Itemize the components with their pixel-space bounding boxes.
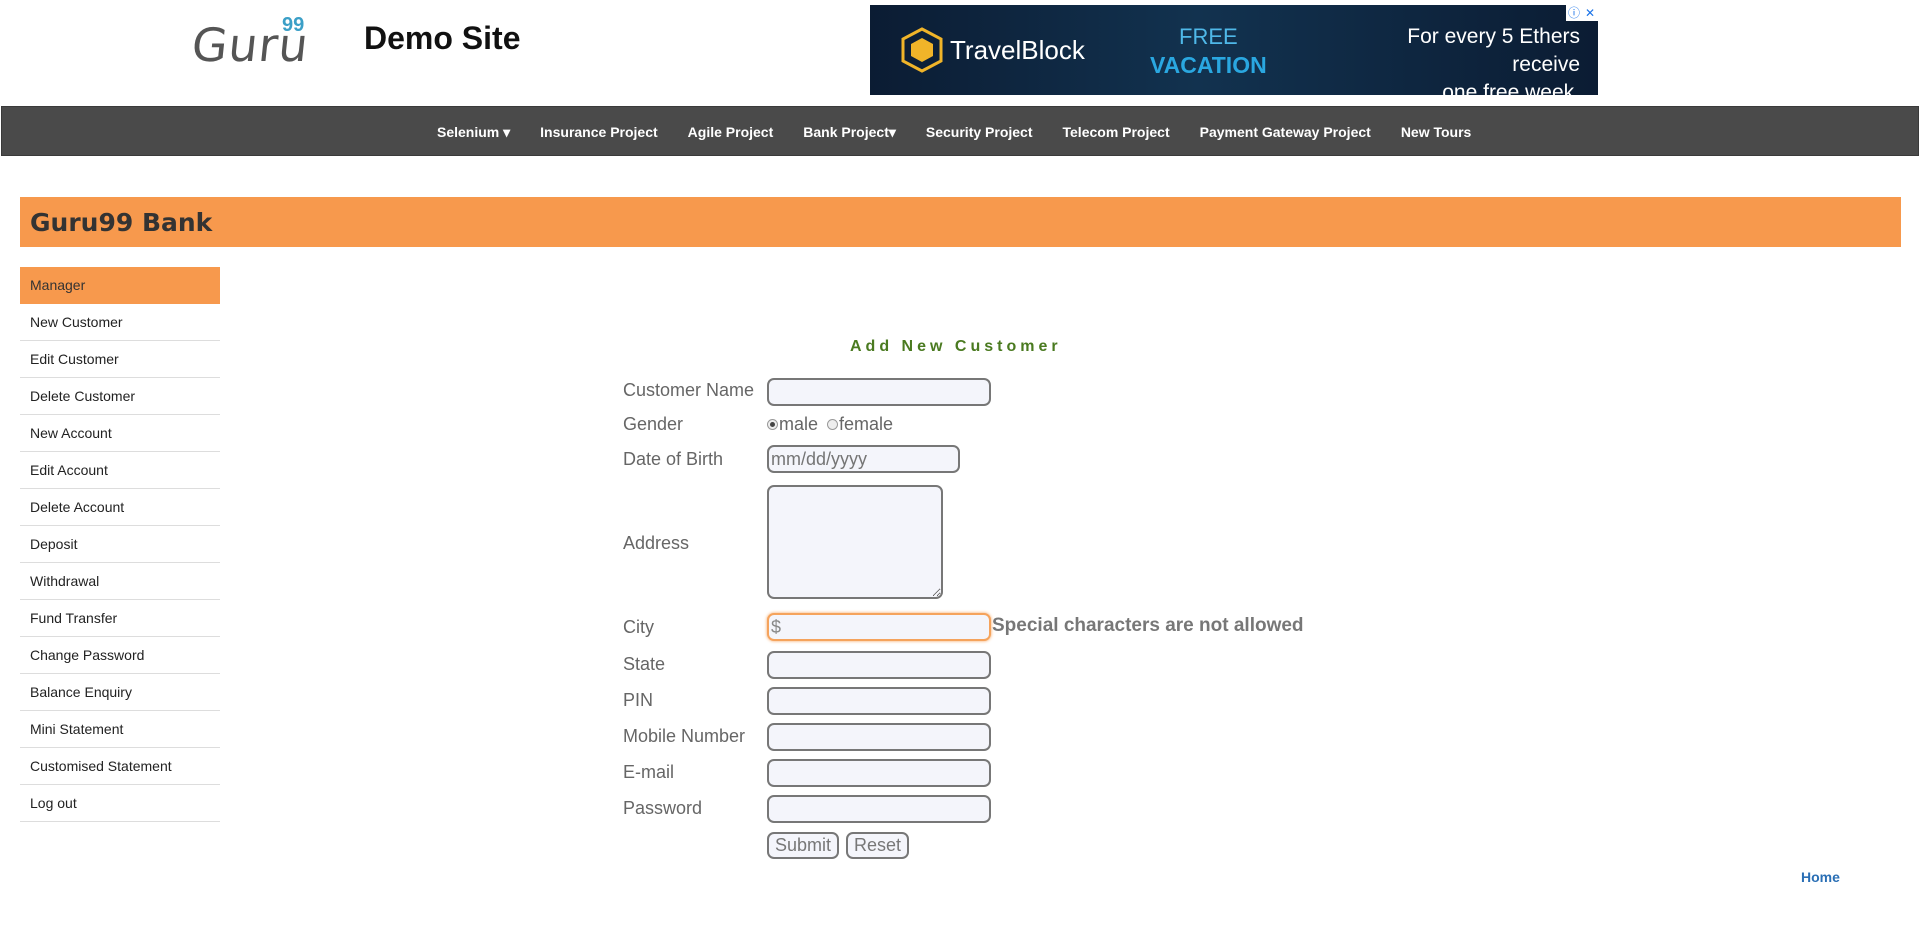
gender-male-radio[interactable] (767, 419, 778, 430)
home-link[interactable]: Home (1801, 869, 1840, 885)
sidebar-item-fund-transfer[interactable]: Fund Transfer (20, 600, 220, 637)
nav-new-tours[interactable]: New Tours (1386, 124, 1487, 140)
nav-items: Selenium ▾ Insurance Project Agile Proje… (422, 107, 1486, 157)
nav-selenium[interactable]: Selenium ▾ (422, 124, 525, 141)
logo-superscript: 99 (282, 14, 305, 36)
pin-label: PIN (623, 690, 654, 710)
sidebar-item-delete-account[interactable]: Delete Account (20, 489, 220, 526)
ad-free-text: FREE VACATION (1150, 23, 1267, 79)
gender-male-label: male (779, 414, 819, 434)
form-title: Add New Customer (850, 338, 1062, 355)
dob-label: Date of Birth (623, 449, 724, 469)
advertisement-banner[interactable]: TravelBlock FREE VACATION For every 5 Et… (870, 5, 1598, 95)
top-navbar: Selenium ▾ Insurance Project Agile Proje… (1, 106, 1919, 156)
password-label: Password (623, 798, 703, 818)
city-label: City (623, 617, 654, 637)
sidebar-item-log-out[interactable]: Log out (20, 785, 220, 822)
nav-bank-project[interactable]: Bank Project▾ (788, 124, 911, 141)
submit-button[interactable]: Submit (767, 832, 840, 859)
gender-label: Gender (623, 414, 684, 434)
nav-insurance-project[interactable]: Insurance Project (525, 124, 673, 140)
header: Guru 99 Demo Site TravelBlock FREE VACAT… (0, 0, 1920, 105)
site-title: Demo Site (364, 20, 521, 56)
city-error-message: Special characters are not allowed (992, 615, 1304, 636)
email-label: E-mail (623, 762, 675, 782)
password-input[interactable] (767, 795, 991, 823)
reset-button[interactable]: Reset (846, 832, 910, 859)
customer-name-label: Customer Name (623, 380, 755, 400)
ad-offer-line1: For every 5 Ethers receive (1407, 25, 1580, 76)
ad-offer-line2: one free week. (1442, 81, 1580, 95)
bank-banner: Guru99 Bank (20, 197, 1901, 247)
address-label: Address (623, 533, 690, 553)
sidebar-item-manager[interactable]: Manager (20, 267, 220, 304)
ad-controls: ⓘ ✕ (1566, 5, 1598, 21)
sidebar-item-withdrawal[interactable]: Withdrawal (20, 563, 220, 600)
customer-name-input[interactable] (767, 378, 991, 406)
ad-info-icon[interactable]: ⓘ (1566, 5, 1582, 21)
gender-female-label: female (839, 414, 894, 434)
ad-close-icon[interactable]: ✕ (1582, 5, 1598, 21)
sidebar-item-change-password[interactable]: Change Password (20, 637, 220, 674)
sidebar-item-balance-enquiry[interactable]: Balance Enquiry (20, 674, 220, 711)
sidebar-menu: Manager New Customer Edit Customer Delet… (20, 267, 220, 822)
sidebar-item-customised-statement[interactable]: Customised Statement (20, 748, 220, 785)
sidebar-item-mini-statement[interactable]: Mini Statement (20, 711, 220, 748)
ad-free-line1: FREE (1179, 24, 1238, 49)
banner-title: Guru99 Bank (30, 208, 213, 237)
sidebar-item-edit-customer[interactable]: Edit Customer (20, 341, 220, 378)
city-input[interactable] (767, 613, 991, 641)
nav-telecom-project[interactable]: Telecom Project (1048, 124, 1185, 140)
dob-input[interactable] (767, 445, 960, 473)
mobile-input[interactable] (767, 723, 991, 751)
ad-free-line2: VACATION (1150, 52, 1267, 78)
travelblock-logo-icon (901, 27, 943, 73)
address-textarea[interactable] (767, 485, 943, 599)
state-label: State (623, 654, 666, 674)
ad-offer-text: For every 5 Ethers receive one free week… (1340, 23, 1580, 95)
email-input[interactable] (767, 759, 991, 787)
state-input[interactable] (767, 651, 991, 679)
gender-female-radio[interactable] (827, 419, 839, 430)
gender-options: male female (767, 414, 893, 435)
sidebar-item-new-customer[interactable]: New Customer (20, 304, 220, 341)
sidebar-item-deposit[interactable]: Deposit (20, 526, 220, 563)
sidebar-item-edit-account[interactable]: Edit Account (20, 452, 220, 489)
nav-agile-project[interactable]: Agile Project (673, 124, 789, 140)
sidebar-item-new-account[interactable]: New Account (20, 415, 220, 452)
ad-brand: TravelBlock (950, 35, 1085, 65)
nav-security-project[interactable]: Security Project (911, 124, 1048, 140)
nav-payment-gateway-project[interactable]: Payment Gateway Project (1185, 124, 1386, 140)
mobile-label: Mobile Number (623, 726, 746, 746)
pin-input[interactable] (767, 687, 991, 715)
sidebar-item-delete-customer[interactable]: Delete Customer (20, 378, 220, 415)
